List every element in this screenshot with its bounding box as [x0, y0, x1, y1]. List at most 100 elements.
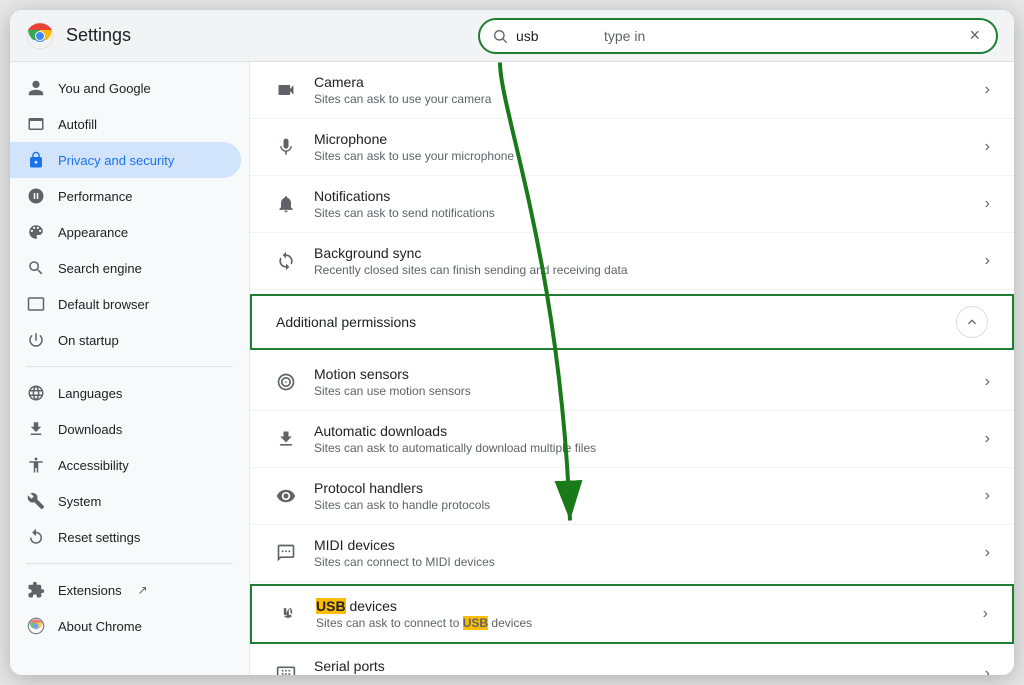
usb-devices-text: USB devices Sites can ask to connect to …: [316, 598, 967, 630]
midi-devices-arrow: ›: [985, 544, 990, 562]
search-clear-button[interactable]: ×: [965, 25, 984, 46]
serial-ports-icon: [274, 662, 298, 675]
sidebar-label-accessibility: Accessibility: [58, 458, 129, 473]
search-bar: type in ×: [478, 18, 998, 54]
titlebar: Settings type in ×: [10, 10, 1014, 62]
sidebar-item-appearance[interactable]: Appearance: [10, 214, 241, 250]
sidebar: You and Google Autofill Privacy and secu…: [10, 62, 250, 675]
sidebar-label-reset-settings: Reset settings: [58, 530, 140, 545]
sidebar-item-extensions[interactable]: Extensions ↗: [10, 572, 241, 608]
sidebar-item-autofill[interactable]: Autofill: [10, 106, 241, 142]
sidebar-item-languages[interactable]: Languages: [10, 375, 241, 411]
performance-icon: [26, 186, 46, 206]
sidebar-item-search-engine[interactable]: Search engine: [10, 250, 241, 286]
permission-item-motion-sensors[interactable]: Motion sensors Sites can use motion sens…: [250, 354, 1014, 411]
search-input[interactable]: [516, 28, 596, 44]
usb-highlight-1: USB: [316, 598, 346, 614]
lock-icon: [26, 150, 46, 170]
sidebar-item-system[interactable]: System: [10, 483, 241, 519]
notifications-icon: [274, 192, 298, 216]
sidebar-label-privacy: Privacy and security: [58, 153, 174, 168]
sidebar-item-downloads[interactable]: Downloads: [10, 411, 241, 447]
additional-permissions-header[interactable]: Additional permissions: [250, 294, 1014, 350]
collapse-button[interactable]: [956, 306, 988, 338]
protocol-handlers-desc: Sites can ask to handle protocols: [314, 498, 969, 512]
permission-item-notifications[interactable]: Notifications Sites can ask to send noti…: [250, 176, 1014, 233]
automatic-downloads-arrow: ›: [985, 430, 990, 448]
sidebar-label-downloads: Downloads: [58, 422, 122, 437]
permission-item-protocol-handlers[interactable]: Protocol handlers Sites can ask to handl…: [250, 468, 1014, 525]
search-engine-icon: [26, 258, 46, 278]
motion-sensors-arrow: ›: [985, 373, 990, 391]
appearance-icon: [26, 222, 46, 242]
notifications-desc: Sites can ask to send notifications: [314, 206, 969, 220]
main-content: You and Google Autofill Privacy and secu…: [10, 62, 1014, 675]
reset-icon: [26, 527, 46, 547]
extensions-icon: [26, 580, 46, 600]
usb-devices-icon: [276, 602, 300, 626]
sidebar-item-reset-settings[interactable]: Reset settings: [10, 519, 241, 555]
microphone-icon: [274, 135, 298, 159]
protocol-handlers-arrow: ›: [985, 487, 990, 505]
notifications-title: Notifications: [314, 188, 969, 204]
sidebar-label-on-startup: On startup: [58, 333, 119, 348]
sidebar-item-you-and-google[interactable]: You and Google: [10, 70, 241, 106]
protocol-handlers-icon: [274, 484, 298, 508]
about-chrome-icon: [26, 616, 46, 636]
permission-item-usb-devices[interactable]: USB devices Sites can ask to connect to …: [250, 584, 1014, 644]
permission-item-automatic-downloads[interactable]: Automatic downloads Sites can ask to aut…: [250, 411, 1014, 468]
on-startup-icon: [26, 330, 46, 350]
notifications-text: Notifications Sites can ask to send noti…: [314, 188, 969, 220]
camera-desc: Sites can ask to use your camera: [314, 92, 969, 106]
default-browser-icon: [26, 294, 46, 314]
microphone-arrow: ›: [985, 138, 990, 156]
permission-item-midi-devices[interactable]: MIDI devices Sites can connect to MIDI d…: [250, 525, 1014, 582]
protocol-handlers-text: Protocol handlers Sites can ask to handl…: [314, 480, 969, 512]
sidebar-label-you-and-google: You and Google: [58, 81, 151, 96]
background-sync-title: Background sync: [314, 245, 969, 261]
serial-ports-text: Serial ports Sites can connect to serial…: [314, 658, 969, 675]
person-icon: [26, 78, 46, 98]
automatic-downloads-title: Automatic downloads: [314, 423, 969, 439]
background-sync-desc: Recently closed sites can finish sending…: [314, 263, 969, 277]
sidebar-label-search-engine: Search engine: [58, 261, 142, 276]
camera-title: Camera: [314, 74, 969, 90]
sidebar-item-privacy-and-security[interactable]: Privacy and security: [10, 142, 241, 178]
content-area: Camera Sites can ask to use your camera …: [250, 62, 1014, 675]
background-sync-icon: [274, 249, 298, 273]
sidebar-label-languages: Languages: [58, 386, 122, 401]
system-icon: [26, 491, 46, 511]
sidebar-divider: [26, 366, 233, 367]
notifications-arrow: ›: [985, 195, 990, 213]
background-sync-arrow: ›: [985, 252, 990, 270]
search-input-wrapper: type in ×: [478, 18, 998, 54]
automatic-downloads-desc: Sites can ask to automatically download …: [314, 441, 969, 455]
automatic-downloads-icon: [274, 427, 298, 451]
motion-sensors-text: Motion sensors Sites can use motion sens…: [314, 366, 969, 398]
midi-devices-desc: Sites can connect to MIDI devices: [314, 555, 969, 569]
sidebar-item-on-startup[interactable]: On startup: [10, 322, 241, 358]
search-icon: [492, 28, 508, 44]
sidebar-item-accessibility[interactable]: Accessibility: [10, 447, 241, 483]
sidebar-item-about-chrome[interactable]: About Chrome: [10, 608, 241, 644]
sidebar-item-default-browser[interactable]: Default browser: [10, 286, 241, 322]
automatic-downloads-text: Automatic downloads Sites can ask to aut…: [314, 423, 969, 455]
serial-ports-title: Serial ports: [314, 658, 969, 674]
permission-item-serial-ports[interactable]: Serial ports Sites can connect to serial…: [250, 646, 1014, 675]
camera-text: Camera Sites can ask to use your camera: [314, 74, 969, 106]
microphone-desc: Sites can ask to use your microphone: [314, 149, 969, 163]
permission-item-background-sync[interactable]: Background sync Recently closed sites ca…: [250, 233, 1014, 290]
usb-devices-arrow: ›: [983, 605, 988, 623]
permission-item-microphone[interactable]: Microphone Sites can ask to use your mic…: [250, 119, 1014, 176]
page-title: Settings: [66, 25, 131, 46]
extensions-external-icon: ↗: [138, 583, 148, 597]
search-type-hint: type in: [604, 28, 645, 44]
motion-sensors-icon: [274, 370, 298, 394]
microphone-title: Microphone: [314, 131, 969, 147]
languages-icon: [26, 383, 46, 403]
sidebar-label-autofill: Autofill: [58, 117, 97, 132]
sidebar-item-performance[interactable]: Performance: [10, 178, 241, 214]
additional-permissions-label: Additional permissions: [276, 314, 956, 330]
serial-ports-arrow: ›: [985, 665, 990, 675]
permission-item-camera[interactable]: Camera Sites can ask to use your camera …: [250, 62, 1014, 119]
